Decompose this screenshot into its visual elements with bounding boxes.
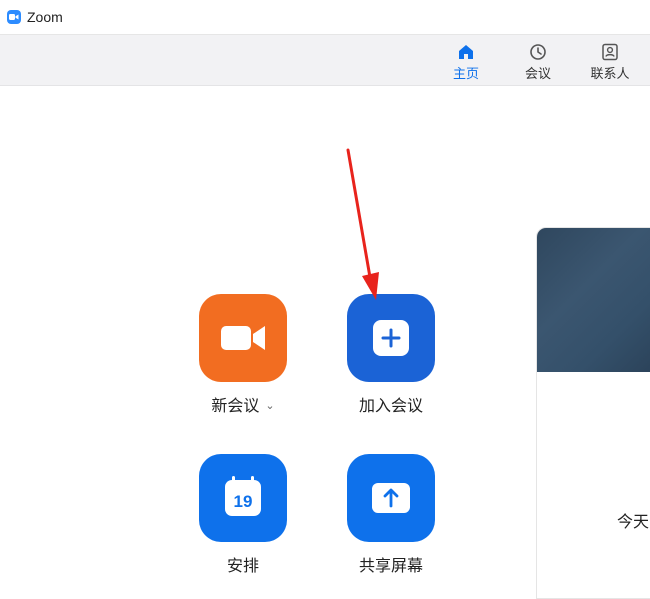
today-label: 今天	[617, 514, 650, 531]
header-background-image	[537, 228, 650, 372]
meeting-side-panel: 今天	[536, 227, 650, 599]
